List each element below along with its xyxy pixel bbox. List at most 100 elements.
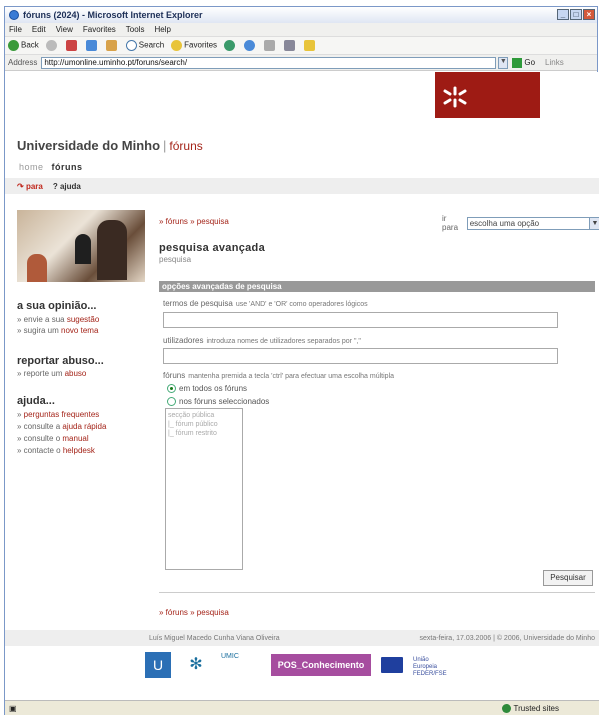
menu-edit[interactable]: Edit [32, 25, 46, 34]
media-button[interactable] [224, 40, 237, 51]
uminho-symbol-icon [443, 86, 467, 108]
radio-on-icon [167, 384, 176, 393]
tool-row: ↷ para ? ajuda [5, 178, 599, 194]
address-bar: Address http://umonline.uminho.pt/foruns… [5, 55, 597, 71]
list-item[interactable]: |_ fórum público [168, 420, 240, 429]
folder-button[interactable] [304, 40, 317, 51]
browser-window: fóruns (2024) - Microsoft Internet Explo… [4, 6, 599, 715]
minimize-button[interactable]: _ [557, 9, 569, 20]
faq-link[interactable]: perguntas frequentes [24, 410, 100, 419]
menu-file[interactable]: File [9, 25, 22, 34]
footer-date: sexta-feira, 17.03.2006 | © 2006, Univer… [419, 634, 595, 642]
abuso-link[interactable]: abuso [65, 369, 87, 378]
go-button[interactable]: Go [512, 57, 535, 68]
radio-all-forums[interactable]: em todos os fóruns [167, 384, 247, 393]
forums-listbox[interactable]: secção pública |_ fórum público |_ fórum… [165, 408, 243, 570]
history-button[interactable] [244, 40, 257, 51]
sidebar-item-abuso: » reporte um abuso [17, 369, 87, 378]
classroom-photo [17, 210, 145, 282]
sugestao-link[interactable]: sugestão [67, 315, 99, 324]
page-title: Universidade do Minho | fóruns [17, 138, 203, 153]
title-bar: fóruns (2024) - Microsoft Internet Explo… [5, 7, 597, 23]
divider [159, 592, 595, 593]
university-name: Universidade do Minho [17, 138, 161, 153]
home-button[interactable] [105, 40, 119, 51]
mail-icon [264, 40, 276, 51]
window-controls: _ □ × [557, 9, 595, 20]
list-item[interactable]: secção pública [168, 411, 240, 420]
pos-conhecimento-logo: POS_Conhecimento [271, 654, 371, 676]
menu-bar: File Edit View Favorites Tools Help [5, 23, 597, 37]
helpdesk-link[interactable]: helpdesk [63, 446, 95, 455]
goto-select[interactable]: escolha uma opção ▼ [466, 216, 599, 230]
radio-selected-forums[interactable]: nos fóruns seleccionados [167, 397, 269, 406]
title-separator: | [163, 138, 167, 153]
radio-off-icon [167, 397, 176, 406]
para-button[interactable]: ↷ para [17, 182, 43, 191]
address-label: Address [8, 58, 38, 67]
opinion-heading: a sua opinião... [17, 300, 97, 312]
pesquisar-button[interactable]: Pesquisar [543, 570, 593, 586]
forward-arrow-icon [45, 40, 57, 51]
options-bar: opções avançadas de pesquisa [159, 281, 595, 292]
umic-symbol-icon: ✻ [189, 656, 203, 673]
folder-icon [304, 40, 316, 51]
section-name[interactable]: fóruns [169, 139, 202, 153]
users-input[interactable] [163, 348, 558, 364]
stop-button[interactable] [65, 40, 79, 51]
search-subheading: pesquisa [159, 255, 192, 264]
menu-tools[interactable]: Tools [126, 25, 145, 34]
university-logo [435, 72, 540, 118]
page-content: Universidade do Minho | fóruns home fóruns … [5, 72, 599, 700]
back-button[interactable]: Back [8, 40, 39, 51]
history-icon [244, 40, 256, 51]
menu-view[interactable]: View [56, 25, 73, 34]
forward-button[interactable] [45, 40, 59, 51]
bottom-breadcrumb[interactable]: » fóruns » pesquisa [159, 608, 229, 617]
address-dropdown-button[interactable]: ▼ [498, 56, 509, 69]
menu-favorites[interactable]: Favorites [83, 25, 116, 34]
users-hint: introduza nomes de utilizadores separado… [206, 338, 361, 345]
window-title: fóruns (2024) - Microsoft Internet Explo… [23, 10, 203, 20]
chevron-down-icon: ▼ [589, 217, 599, 229]
manual-link[interactable]: manual [62, 434, 88, 443]
ajuda-button[interactable]: ? ajuda [53, 182, 81, 191]
eu-flag-icon [381, 657, 403, 673]
abuse-heading: reportar abuso... [17, 355, 104, 367]
forums-label: fóruns mantenha premida a tecla 'ctrl' pa… [163, 371, 395, 380]
u-logo-icon: U [145, 652, 171, 678]
maximize-button[interactable]: □ [570, 9, 582, 20]
print-icon [284, 40, 296, 51]
nav-home[interactable]: home [19, 162, 44, 172]
terms-label: termos de pesquisa use 'AND' e 'OR' como … [163, 299, 368, 308]
footer-user: Luís Miguel Macedo Cunha Viana Oliveira [149, 634, 280, 642]
search-button[interactable]: Search [125, 40, 164, 51]
terms-hint: use 'AND' e 'OR' como operadores lógicos [235, 301, 368, 308]
close-button[interactable]: × [583, 9, 595, 20]
goto-label: ir para [442, 214, 459, 232]
links-button[interactable]: Links [545, 58, 564, 67]
search-icon [125, 40, 137, 51]
favorites-button[interactable]: Favorites [171, 40, 217, 51]
address-input[interactable]: http://umonline.uminho.pt/foruns/search/ [41, 56, 497, 69]
sidebar-item-ajuda-rapida: » consulte a ajuda rápida [17, 422, 107, 431]
goto-control: ir para escolha uma opção ▼ [442, 214, 599, 232]
list-item[interactable]: |_ fórum restrito [168, 429, 240, 438]
star-icon [171, 40, 183, 51]
help-heading: ajuda... [17, 395, 55, 407]
sidebar-item-novo-tema: » sugira um novo tema [17, 326, 99, 335]
trusted-check-icon [501, 703, 511, 713]
ajuda-rapida-link[interactable]: ajuda rápida [62, 422, 106, 431]
menu-help[interactable]: Help [154, 25, 170, 34]
terms-input[interactable] [163, 312, 558, 328]
print-button[interactable] [284, 40, 297, 51]
nav-foruns[interactable]: fóruns [52, 162, 83, 172]
mail-button[interactable] [264, 40, 277, 51]
refresh-icon [85, 40, 97, 51]
go-arrow-icon [512, 57, 523, 68]
breadcrumb[interactable]: » fóruns » pesquisa [159, 217, 229, 226]
main-nav: home fóruns [19, 162, 83, 172]
novo-tema-link[interactable]: novo tema [61, 326, 98, 335]
trusted-zone: Trusted sites [501, 703, 559, 713]
refresh-button[interactable] [85, 40, 99, 51]
